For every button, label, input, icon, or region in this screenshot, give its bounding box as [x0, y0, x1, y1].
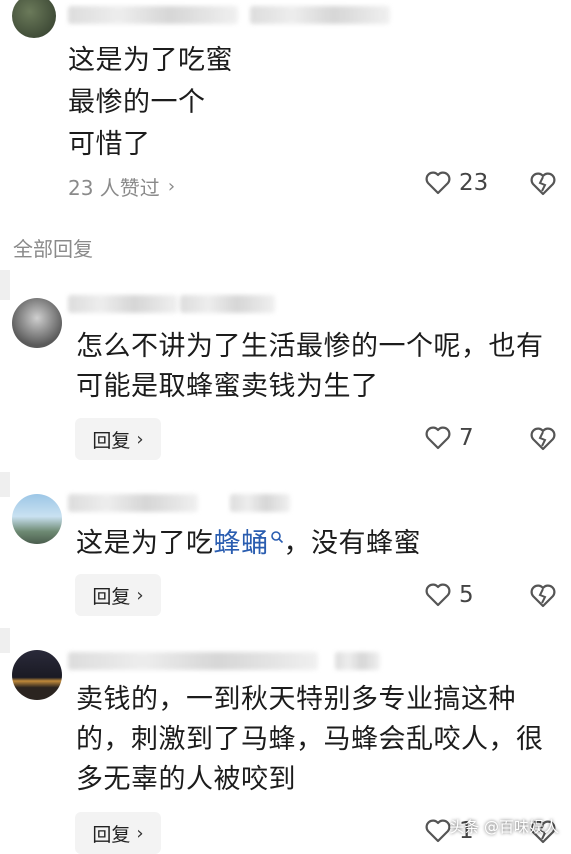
- broken-heart-icon[interactable]: [530, 427, 556, 451]
- reply-line: 的，刺激到了马蜂，马蜂会乱咬人，很: [76, 724, 544, 755]
- search-link[interactable]: 蜂蛹: [214, 528, 284, 559]
- reply-button-label: 回复: [92, 585, 131, 608]
- username-blurred: [68, 6, 238, 24]
- avatar[interactable]: [12, 298, 62, 348]
- meta-blurred: [230, 494, 290, 512]
- watermark: 头条 @百味娱人: [449, 818, 559, 836]
- thread-indicator: [0, 628, 10, 653]
- like-count: 7: [459, 425, 474, 451]
- broken-heart-icon[interactable]: [530, 584, 556, 608]
- avatar[interactable]: [12, 650, 62, 700]
- broken-heart-icon[interactable]: [530, 172, 556, 196]
- meta-blurred: [180, 295, 275, 313]
- chevron-right-icon: ›: [136, 822, 144, 844]
- comment-line: 这是为了吃蜜: [68, 45, 233, 76]
- reply-line: 怎么不讲为了生活最惨的一个呢，也有: [76, 331, 544, 362]
- reply-button[interactable]: 回复 ›: [75, 574, 161, 616]
- like-button[interactable]: 23: [425, 170, 488, 196]
- liked-by-label: 23 人赞过: [68, 176, 160, 200]
- like-button[interactable]: 7: [425, 425, 474, 451]
- reply-button[interactable]: 回复 ›: [75, 418, 161, 460]
- reply-line: 多无辜的人被咬到: [76, 764, 296, 795]
- reply-line: 卖钱的，一到秋天特别多专业搞这种: [76, 684, 516, 715]
- username-blurred: [68, 494, 198, 512]
- like-button[interactable]: 5: [425, 582, 474, 608]
- chevron-right-icon: ›: [136, 428, 144, 450]
- meta-blurred: [250, 6, 390, 24]
- reply-button-label: 回复: [92, 823, 131, 846]
- like-count: 5: [459, 582, 474, 608]
- reply-line: 可能是取蜂蜜卖钱为生了: [76, 371, 379, 402]
- avatar[interactable]: [12, 0, 56, 38]
- heart-icon: [425, 819, 451, 843]
- comment-line: 最惨的一个: [68, 87, 206, 118]
- comment-line: 可惜了: [68, 129, 151, 160]
- username-blurred: [68, 295, 178, 313]
- thread-indicator: [0, 472, 10, 497]
- chevron-right-icon: ›: [136, 584, 144, 606]
- heart-icon: [425, 426, 451, 450]
- heart-icon: [425, 583, 451, 607]
- heart-icon: [425, 171, 451, 195]
- search-link-text: 蜂蛹: [213, 528, 269, 559]
- section-title: 全部回复: [13, 237, 93, 261]
- search-icon: [270, 531, 283, 544]
- reply-line: 这是为了吃蜂蛹 ，没有蜂蜜: [76, 524, 421, 564]
- thread-indicator: [0, 270, 10, 300]
- avatar[interactable]: [12, 494, 62, 544]
- chevron-right-icon: ›: [167, 176, 176, 197]
- like-count: 23: [459, 170, 489, 196]
- reply-button[interactable]: 回复 ›: [75, 812, 161, 854]
- username-blurred: [68, 652, 318, 670]
- reply-text-suffix: ，没有蜂蜜: [283, 528, 421, 559]
- liked-by-link[interactable]: 23 人赞过 ›: [68, 172, 175, 201]
- reply-text-prefix: 这是为了吃: [76, 528, 214, 559]
- meta-blurred: [335, 652, 380, 670]
- reply-button-label: 回复: [92, 429, 131, 452]
